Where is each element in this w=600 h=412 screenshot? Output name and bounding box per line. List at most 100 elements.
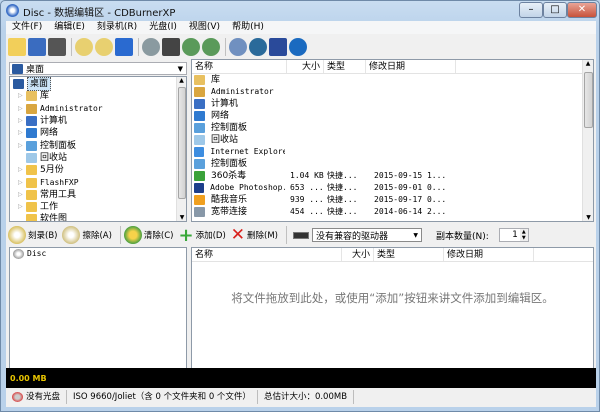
drive-icon[interactable] <box>162 38 180 56</box>
menu-item[interactable]: 帮助(H) <box>226 21 270 34</box>
disc-info-icon[interactable] <box>142 38 160 56</box>
delete-label: 删除(M) <box>247 231 278 241</box>
expand-icon[interactable]: ▷ <box>18 189 26 201</box>
save-icon[interactable] <box>28 38 46 56</box>
column-header[interactable]: 名称 <box>192 248 342 261</box>
capacity-bar: 0.00 MB <box>6 368 596 388</box>
tree-item[interactable]: ▷ 5月份 <box>10 164 186 176</box>
expand-icon[interactable]: ▷ <box>18 201 26 213</box>
clear-button[interactable]: 清除(C) <box>123 226 174 244</box>
expand-icon[interactable]: ▷ <box>18 103 26 115</box>
main-toolbar <box>6 35 596 59</box>
file-row[interactable]: Internet Explorer <box>192 146 593 158</box>
column-header[interactable]: 名称 <box>192 60 287 73</box>
info-icon[interactable] <box>289 38 307 56</box>
compilation-header: 名称 大小 类型 修改日期 <box>192 248 593 262</box>
tree-item[interactable]: ▷ 控制面板 <box>10 139 186 151</box>
tree-item-label: Administrator <box>40 103 103 113</box>
column-header[interactable]: 修改日期 <box>444 248 534 261</box>
tree-item[interactable]: 软件图 <box>10 213 186 221</box>
column-header[interactable]: 大小 <box>287 60 324 73</box>
file-type <box>324 74 366 86</box>
menu-item[interactable]: 光盘(I) <box>143 21 183 34</box>
spinner-arrows-icon[interactable]: ▲ ▼ <box>519 229 528 241</box>
close-button[interactable]: ✕ <box>567 2 597 18</box>
tree-item[interactable]: ▷ 库 <box>10 90 186 102</box>
file-row[interactable]: 库 <box>192 74 593 86</box>
burn-button[interactable]: 刻录(B) <box>8 226 57 244</box>
erase-disc-icon[interactable] <box>75 38 93 56</box>
capacity-used: 0.00 MB <box>10 374 47 383</box>
file-date <box>366 98 456 110</box>
desktop-icon <box>12 63 23 74</box>
scroll-thumb[interactable] <box>584 72 593 128</box>
file-row[interactable]: 酷我音乐 939 ... 快捷... 2015-09-17 0... <box>192 194 593 206</box>
settings-icon[interactable] <box>229 38 247 56</box>
file-date: 2014-06-14 2... <box>374 207 447 216</box>
file-icon <box>194 171 205 181</box>
burn-disc-icon[interactable] <box>95 38 113 56</box>
file-name: 酷我音乐 <box>211 195 248 205</box>
file-row[interactable]: Adobe Photoshop... 653 ...快捷... 2015-09-01… <box>192 182 593 194</box>
tree-item[interactable]: ▷ 计算机 <box>10 115 186 127</box>
tree-item[interactable]: ▷ 常用工具 <box>10 189 186 201</box>
expand-icon[interactable]: ▷ <box>18 127 26 139</box>
disc-green-icon[interactable] <box>182 38 200 56</box>
copies-stepper[interactable]: 1 ▲ ▼ <box>498 228 529 242</box>
file-row[interactable]: 回收站 <box>192 134 593 146</box>
help-icon[interactable] <box>269 38 287 56</box>
column-header[interactable]: 类型 <box>324 60 366 73</box>
file-row[interactable]: Administrator <box>192 86 593 98</box>
folder-icon <box>26 140 37 151</box>
file-date <box>366 158 456 170</box>
tree-item[interactable]: 回收站 <box>10 152 186 164</box>
minimize-button[interactable]: – <box>519 2 543 18</box>
file-date <box>366 110 456 122</box>
expand-icon[interactable]: ▷ <box>18 177 26 189</box>
drive-select[interactable]: 没有兼容的驱动器 ▼ <box>312 228 422 242</box>
menu-item[interactable]: 文件(F) <box>6 21 48 34</box>
menu-item[interactable]: 刻录机(R) <box>91 21 143 34</box>
tree-item-label: 5月份 <box>40 165 64 176</box>
expand-icon[interactable]: ▷ <box>18 90 26 102</box>
scroll-thumb[interactable] <box>178 87 186 199</box>
file-row[interactable]: 360杀毒 1.04 KB 快捷... 2015-09-15 1... <box>192 170 593 182</box>
menu-item[interactable]: 编辑(E) <box>48 21 91 34</box>
app-icon <box>6 4 19 17</box>
chevron-down-icon: ▼ <box>413 231 418 239</box>
new-folder-icon[interactable] <box>8 38 26 56</box>
location-combo[interactable]: 桌面 ▼ <box>9 62 187 75</box>
file-size <box>287 158 324 170</box>
expand-icon[interactable]: ▷ <box>18 164 26 176</box>
disc-root[interactable]: Disc <box>10 248 186 260</box>
blue-window-icon[interactable] <box>115 38 133 56</box>
expand-icon[interactable]: ▷ <box>18 115 26 127</box>
tree-item[interactable]: 桌面 <box>10 77 186 92</box>
file-list-scrollbar[interactable]: ▲ ▼ <box>582 60 593 221</box>
delete-button[interactable]: ✕ 删除(M) <box>231 225 278 245</box>
tree-item[interactable]: ▷ FlashFXP <box>10 176 186 188</box>
add-button[interactable]: + 添加(D) <box>179 225 226 246</box>
tree-item[interactable]: ▷ Administrator <box>10 103 186 115</box>
tree-item[interactable]: ▷ 网络 <box>10 127 186 139</box>
menu-item[interactable]: 视图(V) <box>183 21 226 34</box>
folder-icon <box>26 214 37 221</box>
file-row[interactable]: 控制面板 <box>192 122 593 134</box>
file-row[interactable]: 宽带连接 454 ... 快捷... 2014-06-14 2... <box>192 206 593 218</box>
file-row[interactable]: 计算机 <box>192 98 593 110</box>
column-header[interactable]: 大小 <box>342 248 374 261</box>
print-icon[interactable] <box>48 38 66 56</box>
file-row[interactable]: 网络 <box>192 110 593 122</box>
erase-button[interactable]: 擦除(A) <box>62 226 112 244</box>
file-row[interactable]: 控制面板 <box>192 158 593 170</box>
file-size: 653 ... <box>290 183 324 192</box>
maximize-button[interactable]: □ <box>543 2 567 18</box>
web-icon[interactable] <box>249 38 267 56</box>
disc-green-icon-2[interactable] <box>202 38 220 56</box>
tree-scrollbar[interactable]: ▲ ▼ <box>176 77 186 221</box>
tree-item[interactable]: ▷ 工作 <box>10 201 186 213</box>
folder-icon <box>13 79 24 90</box>
column-header[interactable]: 类型 <box>374 248 444 261</box>
expand-icon[interactable]: ▷ <box>18 140 26 152</box>
column-header[interactable]: 修改日期 <box>366 60 456 73</box>
